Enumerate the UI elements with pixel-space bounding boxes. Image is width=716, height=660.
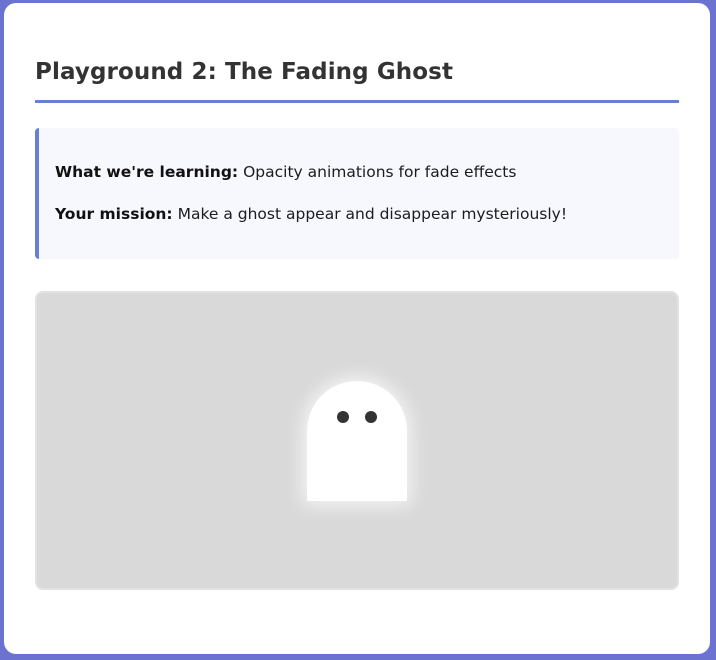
page-title: Playground 2: The Fading Ghost [35, 59, 454, 85]
ghost-icon[interactable] [307, 381, 407, 501]
info-box: What we're learning: Opacity animations … [35, 128, 679, 259]
title-underline [35, 100, 679, 103]
mission-label: Your mission: [55, 205, 173, 223]
mission-text: Make a ghost appear and disappear myster… [177, 205, 568, 223]
mission-line: Your mission: Make a ghost appear and di… [55, 205, 567, 223]
ghost-left-eye [337, 411, 349, 423]
playground-card: Playground 2: The Fading Ghost What we'r… [4, 3, 710, 654]
learning-line: What we're learning: Opacity animations … [55, 163, 516, 181]
animation-stage [35, 291, 679, 590]
ghost-right-eye [365, 411, 377, 423]
learning-label: What we're learning: [55, 163, 239, 181]
learning-text: Opacity animations for fade effects [243, 163, 517, 181]
